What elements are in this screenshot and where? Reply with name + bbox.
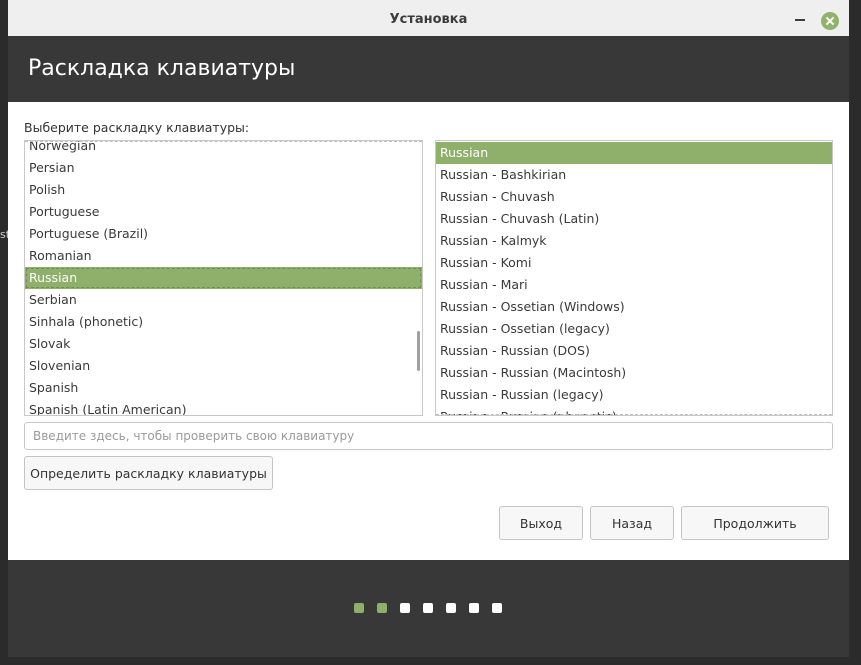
progress-step-dot (400, 603, 410, 613)
variant-list-item[interactable]: Russian - Komi (436, 252, 832, 274)
continue-button[interactable]: Продолжить (681, 506, 829, 540)
quit-button[interactable]: Выход (499, 506, 583, 540)
layout-list[interactable]: Norwegian Persian Polish Portuguese Portugue… (24, 140, 423, 416)
close-button[interactable] (821, 12, 839, 30)
variant-list-item[interactable]: Russian - Ossetian (legacy) (436, 318, 832, 340)
layout-list-item[interactable]: Sinhala (phonetic) (25, 311, 422, 333)
page-title: Раскладка клавиатуры (28, 56, 296, 81)
layout-prompt-label: Выберите раскладку клавиатуры: (24, 120, 250, 135)
layout-list-item[interactable]: Slovak (25, 333, 422, 355)
layout-list-scrollbar[interactable] (417, 331, 420, 371)
progress-indicator (354, 603, 502, 613)
layout-list-item[interactable]: Portuguese (Brazil) (25, 223, 422, 245)
installer-window: Установка Раскладка клавиатуры Выберите … (8, 0, 849, 657)
variant-list-item[interactable]: Russian - Bashkirian (436, 164, 832, 186)
variant-list-item[interactable]: Russian - Russian (legacy) (436, 384, 832, 406)
variant-list-item[interactable]: Russian - Ossetian (Windows) (436, 296, 832, 318)
layout-list-item[interactable]: Spanish (Latin American) (25, 399, 422, 415)
progress-step-dot (377, 603, 387, 613)
variant-list-item[interactable]: Russian - Kalmyk (436, 230, 832, 252)
variant-list-item[interactable]: Russian - Russian (DOS) (436, 340, 832, 362)
minimize-button[interactable] (795, 19, 805, 21)
layout-list-item[interactable]: Romanian (25, 245, 422, 267)
progress-footer (8, 560, 849, 657)
layout-list-item[interactable]: Slovenian (25, 355, 422, 377)
title-bar[interactable]: Установка (8, 0, 849, 36)
progress-step-dot (492, 603, 502, 613)
main-content: Выберите раскладку клавиатуры: Norwegian… (8, 102, 849, 560)
list-top-edge (25, 141, 422, 142)
desktop-background-text: st (0, 228, 8, 241)
progress-step-dot (469, 603, 479, 613)
detect-layout-button[interactable]: Определить раскладку клавиатуры (24, 456, 273, 490)
variant-list[interactable]: Russian Russian - Bashkirian Russian - Chu… (435, 140, 833, 416)
list-bottom-edge (436, 414, 832, 415)
layout-list-rows: Norwegian Persian Polish Portuguese Portugue… (25, 141, 422, 415)
layout-list-item[interactable]: Spanish (25, 377, 422, 399)
variant-list-item[interactable]: Russian - Russian (Macintosh) (436, 362, 832, 384)
progress-step-dot (446, 603, 456, 613)
variant-list-item[interactable]: Russian (436, 142, 832, 164)
layout-list-item[interactable]: Serbian (25, 289, 422, 311)
layout-list-item[interactable]: Norwegian (25, 141, 422, 157)
layout-list-item[interactable]: Polish (25, 179, 422, 201)
page-header: Раскладка клавиатуры (8, 36, 849, 102)
variant-list-item[interactable]: Russian - Chuvash (Latin) (436, 208, 832, 230)
progress-step-dot (423, 603, 433, 613)
back-button[interactable]: Назад (590, 506, 674, 540)
progress-step-dot (354, 603, 364, 613)
keyboard-test-input[interactable] (24, 422, 833, 450)
variant-list-rows: Russian Russian - Bashkirian Russian - Chu… (436, 142, 832, 415)
layout-list-item[interactable]: Portuguese (25, 201, 422, 223)
window-title: Установка (389, 12, 468, 27)
variant-list-item[interactable]: Russian - Mari (436, 274, 832, 296)
variant-list-item[interactable]: Russian - Chuvash (436, 186, 832, 208)
layout-list-item[interactable]: Persian (25, 157, 422, 179)
layout-list-item[interactable]: Russian (25, 267, 422, 289)
